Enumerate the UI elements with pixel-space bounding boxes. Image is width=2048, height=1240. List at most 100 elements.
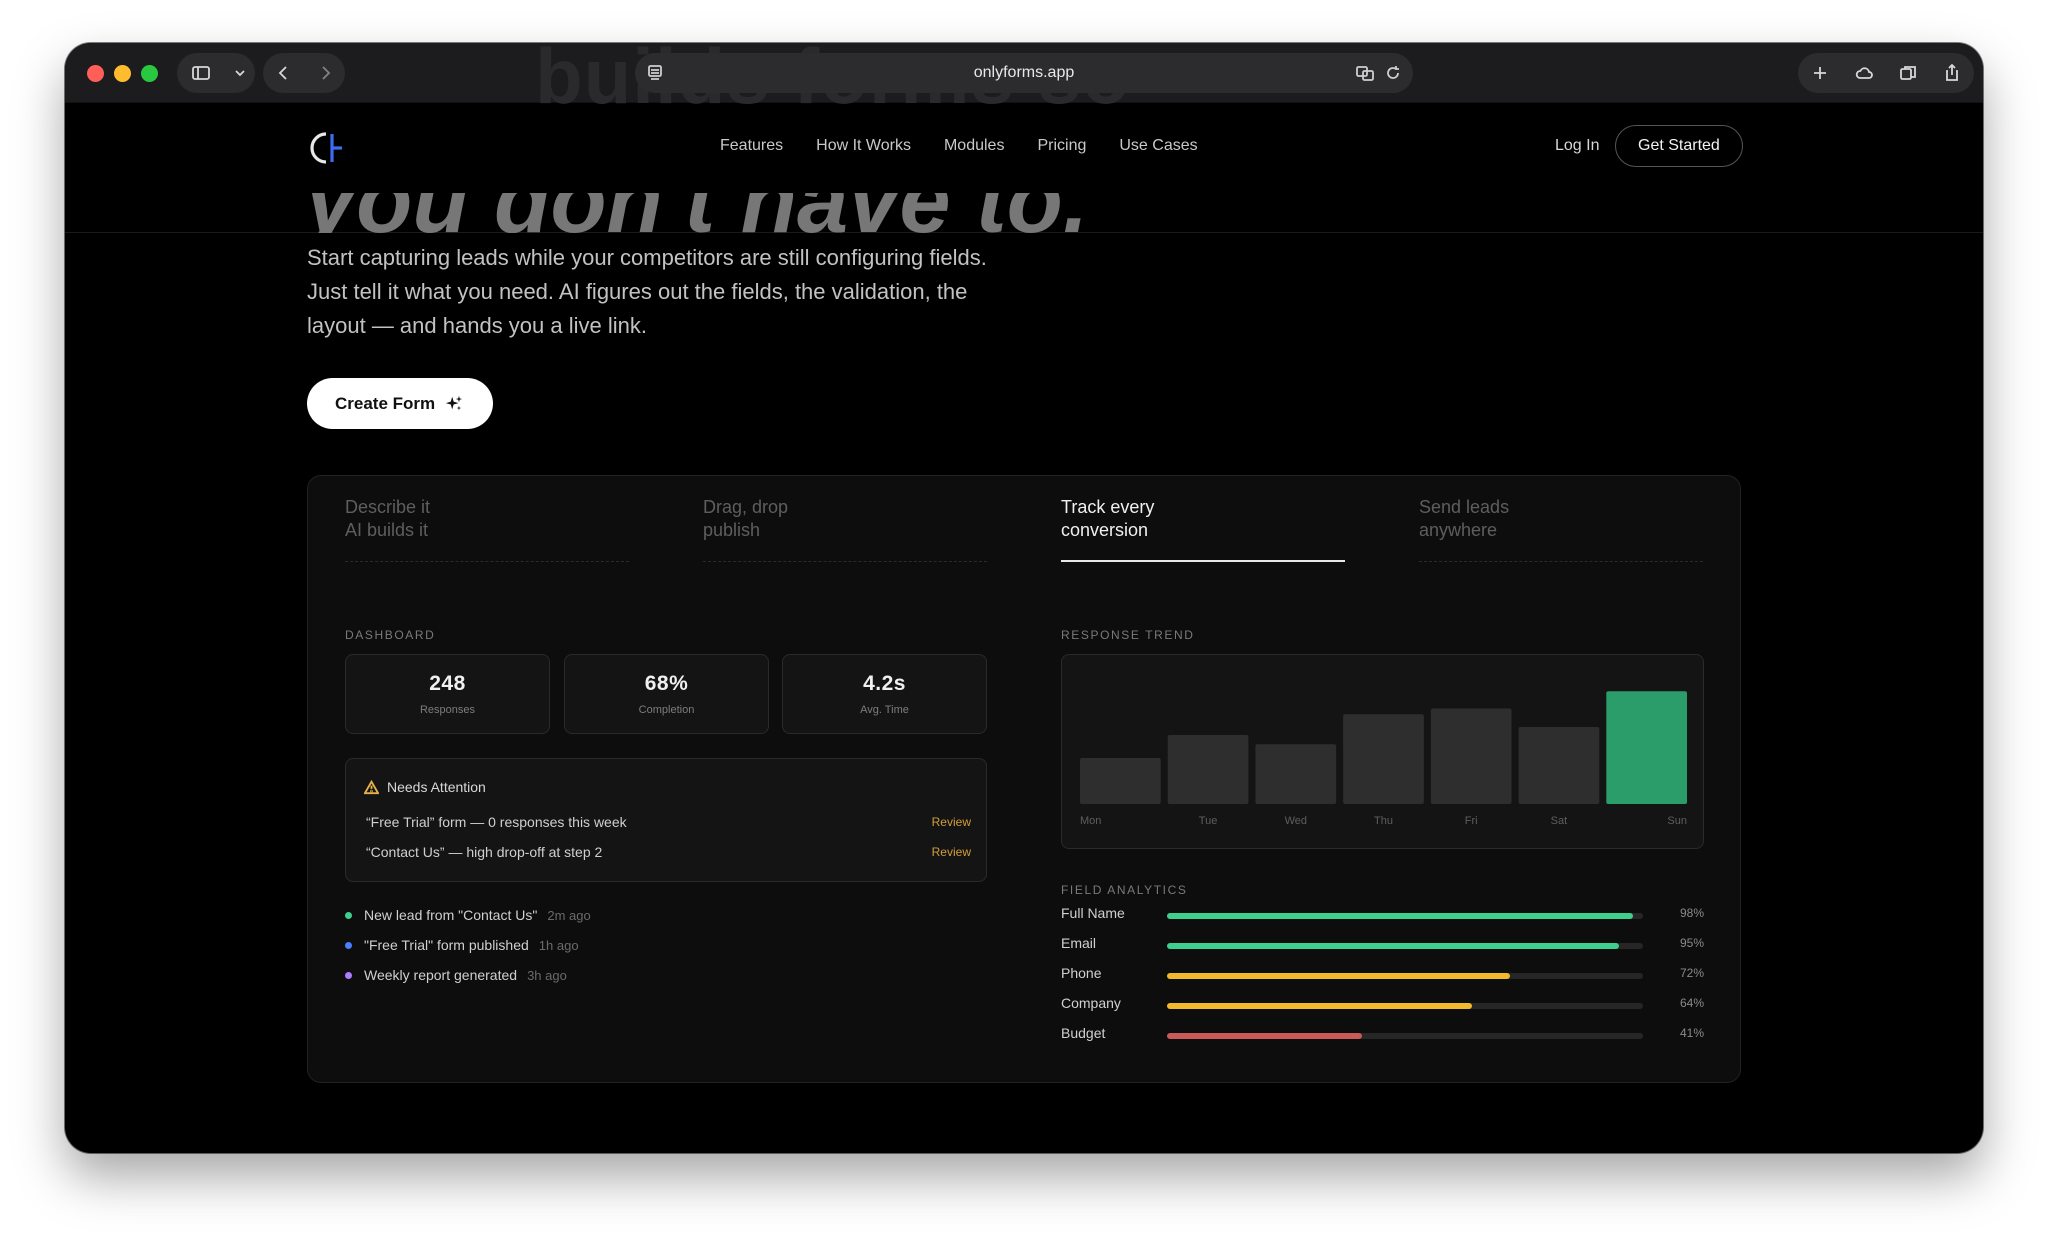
tab-line: AI builds it — [345, 520, 429, 540]
field-name: Budget — [1061, 1025, 1106, 1041]
trend-tick-label: Sat — [1551, 815, 1568, 827]
stat-label: Responses — [419, 704, 476, 716]
trend-bar-mon — [1080, 758, 1161, 804]
review-link[interactable]: Review — [932, 845, 971, 859]
activity-text: New lead from "Contact Us" — [364, 907, 538, 923]
trend-bar-tue — [1167, 735, 1249, 804]
field-name: Phone — [1061, 965, 1102, 981]
needs-attention-title: Needs Attention — [387, 779, 486, 795]
tab-line: Describe it — [345, 497, 431, 517]
close-window-button[interactable] — [87, 65, 104, 82]
address-bar[interactable]: onlyforms.app — [635, 53, 1413, 93]
status-dot — [345, 911, 352, 919]
forward-arrow-icon[interactable] — [305, 53, 345, 93]
browser-toolbar: builds forms so onlyforms.app — [65, 43, 1983, 120]
login-link[interactable]: Log In — [1555, 133, 1599, 159]
attention-item: “Contact Us” — high drop-off at step 2 R… — [366, 844, 971, 860]
new-tab-icon[interactable] — [1800, 53, 1840, 93]
field-analytics-label: FIELD ANALYTICS — [1061, 883, 1188, 897]
activity-time: 1h ago — [538, 937, 579, 953]
trend-tick-label: Wed — [1285, 815, 1307, 827]
activity-text: "Free Trial" form published — [364, 937, 529, 953]
create-form-button[interactable]: Create Form — [307, 378, 494, 429]
stat-label: Avg. Time — [860, 704, 909, 716]
nav-use-cases-link[interactable]: Use Cases — [1119, 133, 1197, 159]
trend-tick-label: Fri — [1465, 815, 1478, 827]
activity-time: 3h ago — [527, 967, 567, 983]
maximize-window-button[interactable] — [141, 65, 158, 82]
get-started-button[interactable]: Get Started — [1615, 125, 1743, 167]
nav-features-link[interactable]: Features — [720, 133, 783, 159]
status-dot — [345, 971, 352, 979]
tab-describe-it[interactable]: Describe it AI builds it — [345, 496, 629, 562]
tab-line: Send leads — [1419, 497, 1510, 517]
sidebar-toggle-group — [177, 53, 255, 93]
main-nav: Features How It Works Modules Pricing Us… — [720, 133, 1198, 159]
tab-track-conversion[interactable]: Track every conversion — [1061, 496, 1345, 562]
trend-bar-sun — [1606, 691, 1687, 804]
field-track — [1167, 1003, 1643, 1009]
field-fill-bar — [1167, 913, 1634, 919]
field-fill-bar — [1167, 973, 1510, 979]
trend-bar-fri — [1430, 708, 1512, 804]
cloud-icon[interactable] — [1844, 53, 1884, 93]
field-percent: 72% — [1679, 966, 1704, 980]
field-row: Company 64% — [1061, 992, 1704, 1016]
field-track — [1167, 943, 1643, 949]
stat-label: Completion — [638, 704, 695, 716]
field-row: Email 95% — [1061, 932, 1704, 956]
field-percent: 95% — [1679, 936, 1704, 950]
review-link[interactable]: Review — [932, 815, 971, 829]
field-row: Budget 41% — [1061, 1022, 1704, 1046]
sidebar-icon[interactable] — [181, 53, 221, 93]
tab-send-leads[interactable]: Send leads anywhere — [1419, 496, 1703, 562]
activity-item: Weekly report generated 3h ago — [345, 960, 591, 990]
tabs-overview-icon[interactable] — [1888, 53, 1928, 93]
share-icon[interactable] — [1932, 53, 1972, 93]
tab-line: publish — [703, 520, 761, 540]
field-fill-bar — [1167, 943, 1620, 949]
hero-description: Start capturing leads while your competi… — [307, 245, 987, 338]
trend-tick-label: Tue — [1199, 815, 1218, 827]
browser-window: builds forms so onlyforms.app — [65, 43, 1983, 1153]
sparkle-icon — [446, 395, 463, 410]
tab-drag-drop[interactable]: Drag, drop publish — [703, 496, 987, 562]
stat-responses: 248 Responses — [345, 654, 550, 734]
field-fill-bar — [1167, 1003, 1472, 1009]
stat-value: 248 — [429, 672, 466, 695]
activity-item: "Free Trial" form published 1h ago — [345, 930, 591, 960]
translate-icon[interactable] — [1355, 63, 1375, 88]
chevron-down-icon[interactable] — [228, 53, 252, 93]
attention-text: “Contact Us” — high drop-off at step 2 — [366, 844, 603, 860]
onlyforms-logo-icon[interactable] — [310, 128, 346, 168]
response-trend-chart: Mon Tue Wed Thu Fri Sat Sun — [1061, 654, 1704, 849]
product-demo-panel: Describe it AI builds it Drag, drop publ… — [307, 475, 1741, 1083]
dashboard-label: DASHBOARD — [345, 628, 436, 642]
nav-pricing-link[interactable]: Pricing — [1037, 133, 1086, 159]
reload-icon[interactable] — [1383, 63, 1403, 88]
activity-feed: New lead from "Contact Us" 2m ago "Free … — [345, 900, 591, 990]
window-actions-group — [1798, 53, 1974, 93]
stat-value: 4.2s — [863, 672, 906, 695]
trend-chart-svg: Mon Tue Wed Thu Fri Sat Sun — [1080, 691, 1687, 827]
attention-text: “Free Trial” form — 0 responses this wee… — [366, 814, 627, 830]
minimize-window-button[interactable] — [114, 65, 131, 82]
activity-item: New lead from "Contact Us" 2m ago — [345, 900, 591, 930]
field-row: Phone 72% — [1061, 962, 1704, 986]
hero-heading-clipped: you don't have to. — [305, 193, 1088, 233]
trend-bar-sat — [1518, 726, 1600, 804]
create-form-label: Create Form — [335, 393, 436, 413]
field-track — [1167, 1033, 1643, 1039]
attention-item: “Free Trial” form — 0 responses this wee… — [366, 814, 971, 830]
field-name: Full Name — [1061, 905, 1125, 921]
field-percent: 98% — [1679, 906, 1704, 920]
back-arrow-icon[interactable] — [264, 53, 304, 93]
field-percent: 64% — [1679, 996, 1704, 1010]
nav-modules-link[interactable]: Modules — [944, 133, 1004, 159]
field-track — [1167, 973, 1643, 979]
nav-how-it-works-link[interactable]: How It Works — [816, 133, 911, 159]
field-percent: 41% — [1679, 1026, 1704, 1040]
feature-tabs: Describe it AI builds it Drag, drop publ… — [345, 496, 1705, 586]
tab-line: anywhere — [1419, 520, 1498, 540]
trend-tick-label: Mon — [1080, 815, 1101, 827]
